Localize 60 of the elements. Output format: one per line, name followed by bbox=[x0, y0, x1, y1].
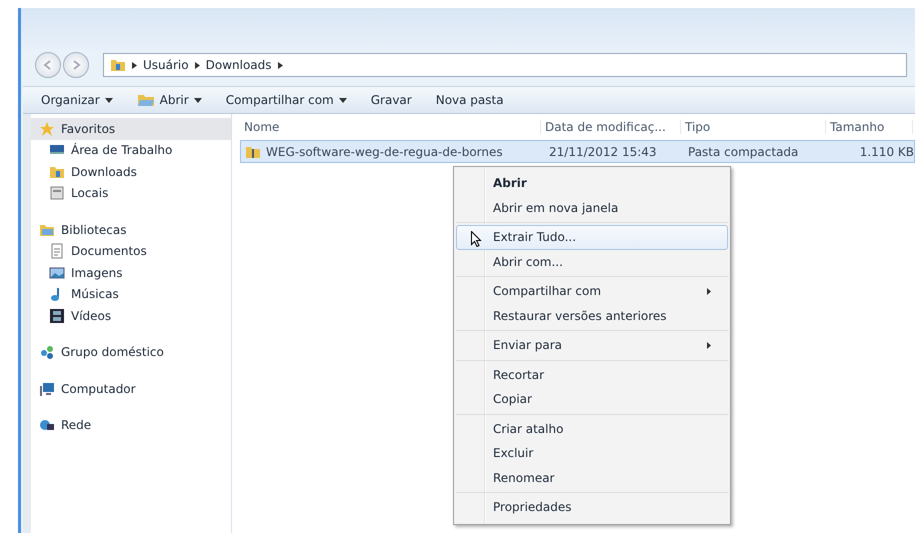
toolbar-button[interactable]: Nova pasta bbox=[428, 91, 512, 109]
menu-item[interactable]: Excluir bbox=[456, 441, 728, 466]
column-header[interactable]: Tamanho bbox=[826, 120, 913, 134]
caret-icon bbox=[338, 98, 347, 102]
menu-item[interactable]: Abrir em nova janela bbox=[456, 196, 728, 220]
menu-item[interactable]: Copiar bbox=[456, 387, 728, 412]
sidebar-item[interactable]: Favoritos bbox=[31, 118, 231, 140]
sidebar-item[interactable]: Rede bbox=[31, 414, 231, 436]
toolbar-button[interactable]: Organizar bbox=[33, 91, 121, 109]
toolbar-button[interactable]: Gravar bbox=[362, 91, 420, 109]
caret-icon bbox=[194, 98, 202, 102]
submenu-arrow-icon bbox=[707, 288, 711, 295]
picture-icon bbox=[49, 264, 65, 281]
menu-item[interactable]: Abrir bbox=[456, 171, 728, 196]
star-icon bbox=[39, 120, 55, 137]
column-header[interactable]: Data de modificaç... bbox=[541, 120, 681, 134]
toolbar-button[interactable]: Abrir bbox=[128, 91, 210, 109]
menu-item[interactable]: Criar atalho bbox=[456, 416, 728, 441]
submenu-arrow-icon bbox=[707, 342, 711, 349]
file-type: Pasta compactada bbox=[687, 144, 800, 158]
menu-item[interactable]: Extrair Tudo... bbox=[456, 225, 728, 250]
folder-icon bbox=[110, 58, 126, 72]
mouse-pointer-icon bbox=[471, 231, 482, 247]
menu-item[interactable]: Restaurar versões anteriores bbox=[456, 304, 728, 328]
breadcrumb[interactable]: Usuário bbox=[143, 58, 189, 72]
file-row[interactable]: WEG-software-weg-de-regua-de-bornes 21/11/2012 15:43 Pasta compactada 1.110 KB bbox=[240, 140, 915, 163]
file-name: WEG-software-weg-de-regua-de-bornes bbox=[266, 144, 503, 158]
menu-item[interactable]: Compartilhar com bbox=[456, 279, 728, 304]
sidebar-item[interactable]: Downloads bbox=[31, 161, 231, 182]
menu-item[interactable]: Abrir com... bbox=[456, 250, 728, 274]
film-icon bbox=[49, 308, 65, 324]
sidebar-item[interactable]: Músicas bbox=[31, 284, 231, 305]
file-date: 21/11/2012 15:43 bbox=[548, 144, 658, 158]
people-icon bbox=[39, 344, 55, 360]
sidebar-item[interactable]: Documentos bbox=[31, 240, 231, 262]
sidebar-item[interactable]: Imagens bbox=[31, 262, 231, 284]
sidebar-item[interactable]: Locais bbox=[31, 182, 231, 204]
sidebar-item[interactable]: Vídeos bbox=[31, 305, 231, 326]
document-icon bbox=[49, 243, 65, 260]
sidebar-item[interactable]: Grupo doméstico bbox=[31, 342, 231, 363]
sidebar-item[interactable]: Bibliotecas bbox=[31, 219, 231, 240]
sidebar-item[interactable]: Computador bbox=[31, 378, 231, 400]
toolbar-button[interactable]: Compartilhar com bbox=[218, 91, 355, 109]
address-bar[interactable]: Usuário Downloads bbox=[103, 53, 907, 77]
file-size: 1.110 KB bbox=[858, 144, 914, 158]
window-icon bbox=[49, 185, 65, 202]
breadcrumb-arrow-icon[interactable] bbox=[194, 62, 200, 68]
folder-icon bbox=[136, 93, 155, 107]
sidebar-item[interactable]: Área de Trabalho bbox=[31, 140, 231, 161]
breadcrumb[interactable]: Downloads bbox=[206, 58, 272, 72]
menu-item[interactable]: Renomear bbox=[456, 466, 728, 490]
breadcrumb-arrow-icon[interactable] bbox=[132, 62, 137, 68]
caret-icon bbox=[104, 98, 113, 102]
menu-item[interactable]: Propriedades bbox=[456, 495, 728, 520]
computer-icon bbox=[39, 380, 55, 397]
column-header[interactable]: Tipo bbox=[681, 120, 826, 134]
breadcrumb-arrow-icon[interactable] bbox=[278, 62, 283, 68]
column-header[interactable]: Nome bbox=[240, 120, 541, 134]
menu-item[interactable]: Enviar para bbox=[456, 333, 728, 358]
menu-item[interactable]: Recortar bbox=[456, 362, 728, 387]
